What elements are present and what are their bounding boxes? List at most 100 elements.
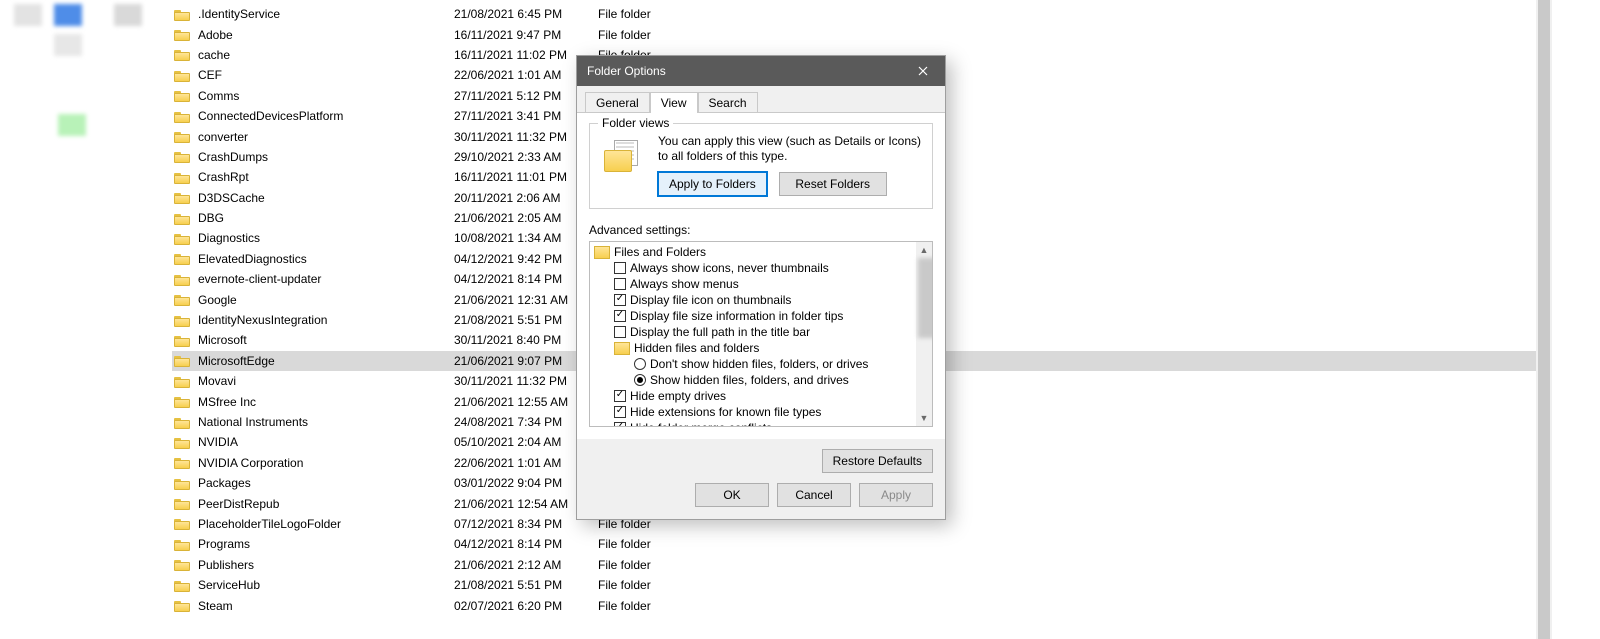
file-name: ConnectedDevicesPlatform	[198, 106, 454, 126]
folder-icon	[174, 48, 190, 61]
tree-item[interactable]: Hide folder merge conflicts	[594, 420, 928, 427]
table-row[interactable]: ServiceHub21/08/2021 5:51 PMFile folder	[172, 575, 1537, 595]
restore-defaults-button[interactable]: Restore Defaults	[822, 449, 933, 473]
folder-icon	[174, 314, 190, 327]
checkbox[interactable]	[614, 278, 626, 290]
folder-icon	[174, 579, 190, 592]
file-name: PlaceholderTileLogoFolder	[198, 514, 454, 534]
file-date: 02/07/2021 6:20 PM	[454, 596, 598, 616]
folder-icon	[174, 416, 190, 429]
ok-button[interactable]: OK	[695, 483, 769, 507]
folder-icon	[174, 375, 190, 388]
checkbox[interactable]	[614, 390, 626, 402]
checkbox[interactable]	[614, 326, 626, 338]
folder-views-legend: Folder views	[598, 116, 673, 130]
table-row[interactable]: Programs04/12/2021 8:14 PMFile folder	[172, 534, 1537, 554]
scrollbar-thumb[interactable]	[1538, 0, 1550, 639]
dialog-title: Folder Options	[587, 64, 666, 78]
file-name: Publishers	[198, 555, 454, 575]
tree-item[interactable]: Hide extensions for known file types	[594, 404, 928, 420]
advanced-settings-label: Advanced settings:	[589, 223, 933, 237]
thumb-icon	[54, 4, 82, 26]
radio[interactable]	[634, 374, 646, 386]
tree-item: Hidden files and folders	[594, 340, 928, 356]
file-name: Packages	[198, 473, 454, 493]
thumb-icon	[58, 114, 86, 136]
thumb-icon	[14, 4, 42, 26]
folder-icon	[174, 538, 190, 551]
dialog-titlebar[interactable]: Folder Options	[577, 56, 945, 86]
tree-item[interactable]: Display the full path in the title bar	[594, 324, 928, 340]
checkbox[interactable]	[614, 406, 626, 418]
file-date: 04/12/2021 8:14 PM	[454, 534, 598, 554]
file-name: Movavi	[198, 371, 454, 391]
file-name: ServiceHub	[198, 575, 454, 595]
apply-to-folders-button[interactable]: Apply to Folders	[658, 172, 767, 196]
tab-search[interactable]: Search	[698, 92, 758, 113]
file-name: MicrosoftEdge	[198, 351, 454, 371]
tree-label: Always show menus	[630, 277, 739, 292]
tree-label: Hidden files and folders	[634, 341, 759, 356]
tree-label: Hide extensions for known file types	[630, 405, 821, 420]
reset-folders-button[interactable]: Reset Folders	[779, 172, 887, 196]
radio[interactable]	[634, 358, 646, 370]
cancel-button[interactable]: Cancel	[777, 483, 851, 507]
checkbox[interactable]	[614, 262, 626, 274]
table-row[interactable]: Adobe16/11/2021 9:47 PMFile folder	[172, 24, 1537, 44]
file-type: File folder	[598, 4, 918, 24]
tree-item[interactable]: Always show menus	[594, 276, 928, 292]
tree-item[interactable]: Display file size information in folder …	[594, 308, 928, 324]
dialog-tabs: General View Search	[577, 86, 945, 113]
tree-item[interactable]: Show hidden files, folders, and drives	[594, 372, 928, 388]
advanced-settings-tree[interactable]: Files and FoldersAlways show icons, neve…	[589, 241, 933, 427]
file-date: 16/11/2021 9:47 PM	[454, 25, 598, 45]
file-type: File folder	[598, 25, 918, 45]
tab-view[interactable]: View	[650, 92, 698, 113]
file-name: .IdentityService	[198, 4, 454, 24]
scroll-up-icon[interactable]: ▲	[916, 242, 932, 258]
tree-item[interactable]: Hide empty drives	[594, 388, 928, 404]
scroll-down-icon[interactable]: ▼	[916, 410, 932, 426]
file-type: File folder	[598, 575, 918, 595]
folder-icon	[614, 342, 630, 355]
file-name: PeerDistRepub	[198, 494, 454, 514]
thumb-icon	[114, 4, 142, 26]
folder-icon	[174, 110, 190, 123]
close-icon[interactable]	[901, 56, 945, 86]
file-name: CrashDumps	[198, 147, 454, 167]
table-row[interactable]: Publishers21/06/2021 2:12 AMFile folder	[172, 555, 1537, 575]
tree-scrollbar[interactable]: ▲ ▼	[916, 242, 932, 426]
file-name: CEF	[198, 65, 454, 85]
folder-icon	[174, 436, 190, 449]
file-type: File folder	[598, 596, 918, 616]
scrollbar-thumb[interactable]	[918, 258, 933, 338]
file-name: D3DSCache	[198, 188, 454, 208]
tab-general[interactable]: General	[585, 92, 650, 113]
file-name: DBG	[198, 208, 454, 228]
file-name: Microsoft	[198, 330, 454, 350]
folder-icon	[174, 191, 190, 204]
table-row[interactable]: .IdentityService21/08/2021 6:45 PMFile f…	[172, 4, 1537, 24]
tree-group: Files and Folders	[594, 244, 928, 260]
tree-label: Display file icon on thumbnails	[630, 293, 791, 308]
main-scrollbar[interactable]	[1536, 0, 1552, 639]
folder-icon	[174, 293, 190, 306]
apply-button[interactable]: Apply	[859, 483, 933, 507]
file-name: evernote-client-updater	[198, 269, 454, 289]
file-name: converter	[198, 127, 454, 147]
checkbox[interactable]	[614, 294, 626, 306]
tree-label: Show hidden files, folders, and drives	[650, 373, 849, 388]
checkbox[interactable]	[614, 310, 626, 322]
tree-item[interactable]: Don't show hidden files, folders, or dri…	[594, 356, 928, 372]
folder-icon	[174, 171, 190, 184]
table-row[interactable]: Steam02/07/2021 6:20 PMFile folder	[172, 595, 1537, 615]
tree-item[interactable]: Always show icons, never thumbnails	[594, 260, 928, 276]
file-date: 21/06/2021 2:12 AM	[454, 555, 598, 575]
thumb-icon	[54, 34, 82, 56]
folder-icon	[174, 334, 190, 347]
checkbox[interactable]	[614, 422, 626, 427]
file-name: cache	[198, 45, 454, 65]
file-date: 21/08/2021 5:51 PM	[454, 575, 598, 595]
folder-icon	[174, 273, 190, 286]
tree-item[interactable]: Display file icon on thumbnails	[594, 292, 928, 308]
